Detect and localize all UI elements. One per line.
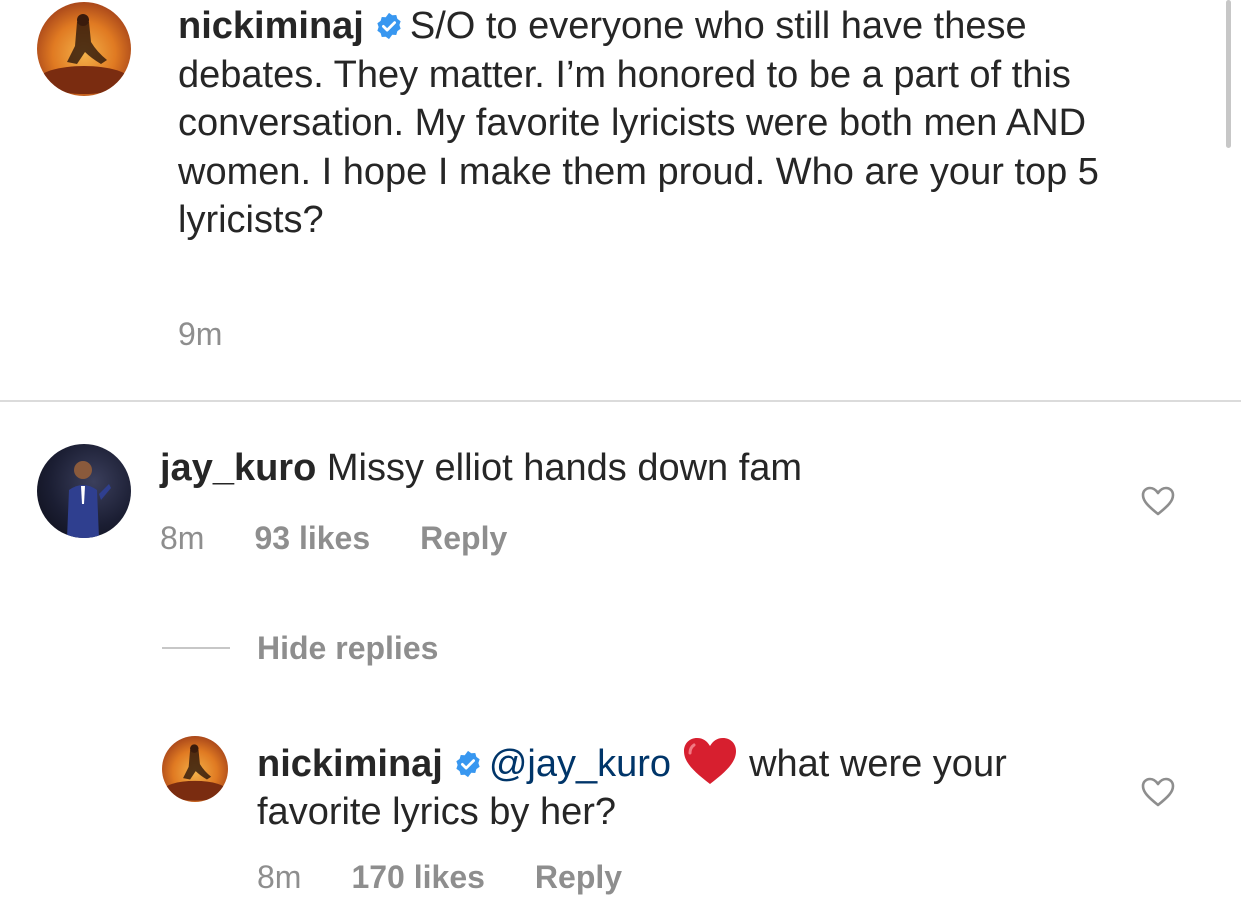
comments-screen: nickiminaj S/O to everyone who still have… [0,0,1241,916]
hide-replies-button[interactable]: Hide replies [257,630,438,667]
hide-replies-line [162,647,230,649]
post-caption: nickiminaj S/O to everyone who still have… [178,2,1108,245]
scrollbar[interactable] [1226,0,1231,148]
caption-username[interactable]: nickiminaj [178,5,364,47]
verified-badge-icon [453,749,483,779]
red-heart-emoji [681,736,739,786]
avatar-image [67,461,111,538]
avatar-nickiminaj[interactable] [37,2,131,96]
reply-meta: 8m 170 likes Reply [257,859,622,896]
comment-meta: 8m 93 likes Reply [160,520,507,557]
heart-outline-icon[interactable] [1140,485,1176,517]
comment-timestamp: 8m [160,520,205,556]
avatar-image [162,744,228,801]
reply-likes[interactable]: 170 likes [351,859,484,896]
comment-likes[interactable]: 93 likes [254,520,370,557]
reply-username[interactable]: nickiminaj [257,743,443,785]
comment: jay_kuro Missy elliot hands down fam [160,444,1060,492]
comment-username[interactable]: jay_kuro [160,447,316,489]
reply-reply-button[interactable]: Reply [535,859,622,896]
comment-text: Missy elliot hands down fam [326,447,803,489]
avatar-jay-kuro[interactable] [37,444,131,538]
mention-link[interactable]: @jay_kuro [489,743,671,785]
avatar-nickiminaj-reply[interactable] [162,736,228,802]
caption-timestamp: 9m [178,316,223,352]
reply-timestamp: 8m [257,859,302,895]
heart-outline-icon[interactable] [1140,776,1176,808]
divider [0,400,1241,402]
avatar-image [38,14,130,94]
reply-comment: nickiminaj @jay_kuro what were your favori… [257,736,1097,836]
comment-reply-button[interactable]: Reply [420,520,507,557]
verified-badge-icon [374,11,404,41]
